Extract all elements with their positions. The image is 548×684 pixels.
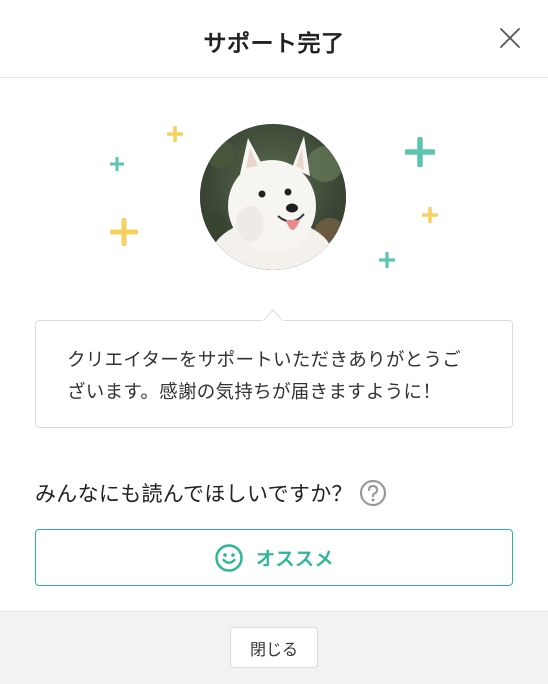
close-button[interactable] — [494, 22, 526, 54]
recommend-question: みんなにも読んでほしいですか？ — [35, 476, 387, 510]
sparkle-yellow-icon — [167, 126, 183, 142]
sparkle-yellow-icon — [110, 218, 138, 246]
message-line-1: クリエイターをサポートいただきありがとうご — [67, 350, 462, 371]
smile-icon — [215, 543, 243, 572]
message-line-2: ざいます。感謝の気持ちが届きますように！ — [67, 382, 442, 403]
dog-avatar-icon — [200, 124, 346, 270]
dialog-header: サポート完了 — [0, 0, 548, 78]
dialog-title: サポート完了 — [203, 31, 345, 57]
recommend-label: オススメ — [255, 548, 334, 570]
question-text: みんなにも読んでほしいですか？ — [35, 482, 353, 506]
creator-avatar — [200, 124, 346, 270]
recommend-button[interactable]: オススメ — [35, 529, 513, 586]
question-circle-icon[interactable] — [359, 479, 387, 507]
sparkle-teal-icon — [379, 252, 395, 268]
support-complete-dialog: サポート完了 クリエイターをサポートいただきありがとうご ざいます。感謝の気持ち… — [0, 0, 548, 684]
sparkle-yellow-icon — [422, 207, 438, 223]
close-icon — [500, 28, 520, 48]
sparkle-teal-icon — [110, 157, 124, 171]
dialog-footer: 閉じる — [0, 611, 548, 684]
sparkle-teal-icon — [405, 137, 435, 167]
speech-bubble-tail — [263, 309, 283, 321]
thank-you-message: クリエイターをサポートいただきありがとうご ざいます。感謝の気持ちが届きますよう… — [35, 320, 513, 428]
close-footer-button[interactable]: 閉じる — [230, 627, 318, 668]
